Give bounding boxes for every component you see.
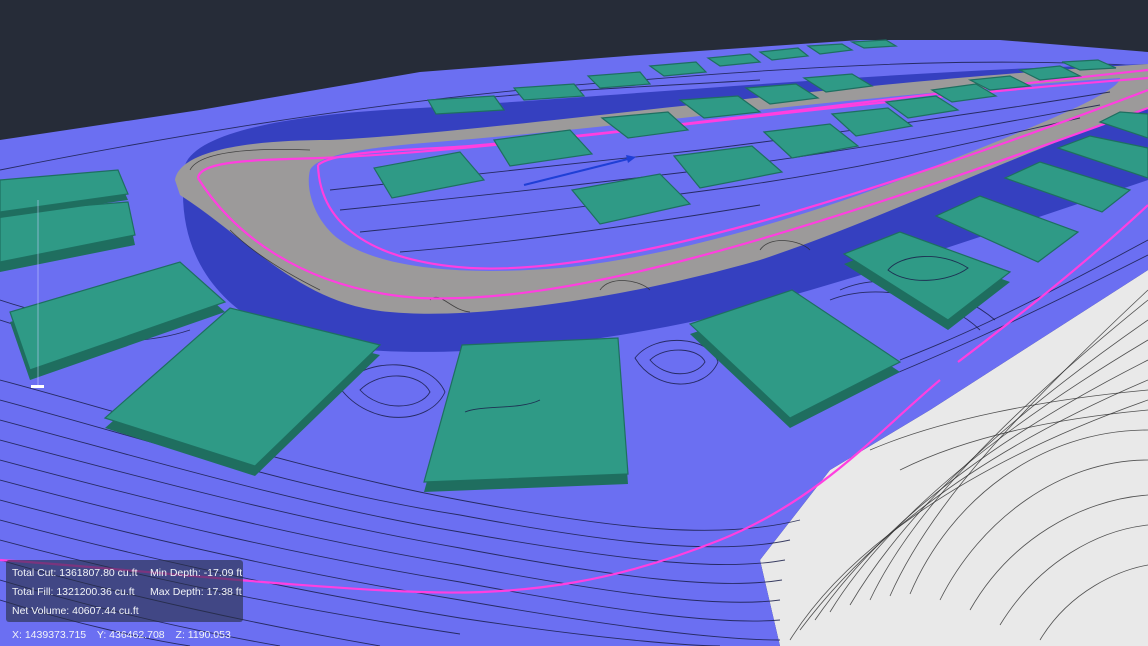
net-volume-value: Net Volume: 40607.44 cu.ft [12, 605, 139, 617]
min-depth-value: Min Depth: -17.09 ft [150, 567, 243, 579]
3d-viewport[interactable] [0, 0, 1148, 646]
total-fill-value: Total Fill: 1321200.36 cu.ft [12, 586, 135, 598]
total-cut-value: Total Cut: 1361807.80 cu.ft [12, 567, 138, 579]
cursor-coordinates: X: 1439373.715 Y: 436462.708 Z: 1190.053 [12, 629, 239, 641]
coord-y: Y: 436462.708 [96, 629, 165, 641]
volume-stats-panel: Total Cut: 1361807.80 cu.ft Min Depth: -… [6, 560, 243, 622]
coord-x: X: 1439373.715 [12, 629, 87, 641]
coord-z: Z: 1190.053 [175, 629, 231, 641]
max-depth-value: Max Depth: 17.38 ft [150, 586, 242, 598]
marker-tick [31, 385, 44, 388]
